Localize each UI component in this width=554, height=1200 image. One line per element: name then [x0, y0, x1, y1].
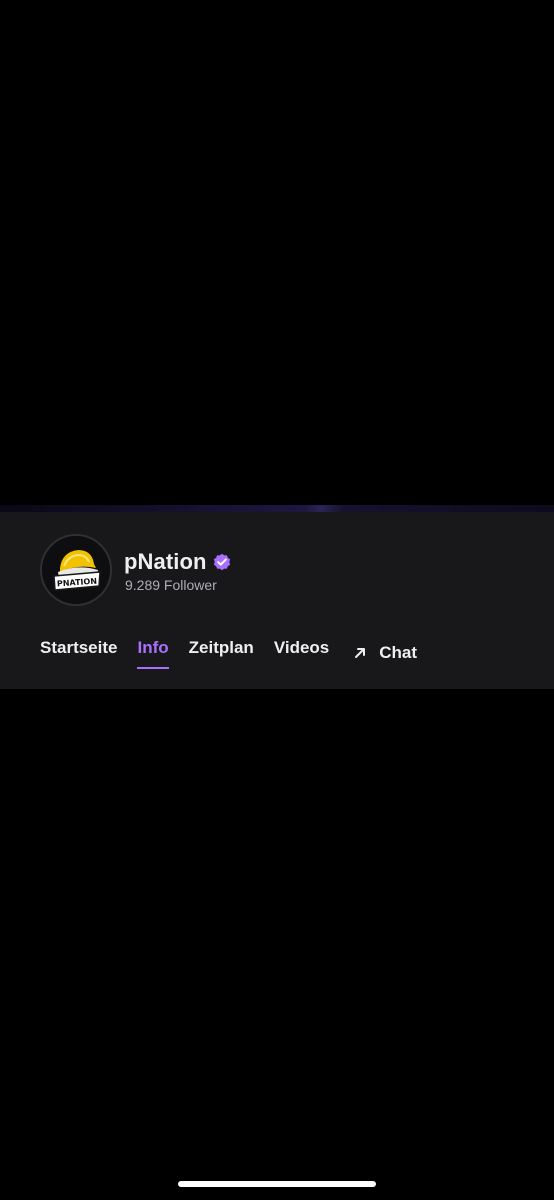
tab-videos[interactable]: Videos — [274, 636, 329, 670]
tab-info[interactable]: Info — [137, 636, 169, 670]
verified-badge-icon — [213, 553, 230, 571]
arrow-up-right-icon — [355, 648, 366, 658]
app-screen: PNATION pNation 9.289 Follower Startseit… — [0, 0, 554, 1200]
pnation-logo-icon: PNATION — [42, 536, 110, 604]
tab-startseite[interactable]: Startseite — [40, 636, 117, 670]
follower-count: 9.289 Follower — [125, 577, 217, 593]
home-indicator[interactable] — [178, 1181, 376, 1187]
channel-avatar[interactable]: PNATION — [40, 534, 112, 606]
video-player[interactable] — [0, 0, 554, 511]
channel-name[interactable]: pNation — [124, 549, 207, 575]
tab-chat-label: Chat — [379, 643, 418, 662]
channel-header: PNATION pNation 9.289 Follower Startseit… — [0, 512, 554, 689]
channel-banner-edge — [0, 505, 554, 512]
tab-chat[interactable]: Chat — [353, 636, 417, 670]
tab-zeitplan[interactable]: Zeitplan — [189, 636, 254, 670]
channel-tabs: Startseite Info Zeitplan Videos Chat — [40, 636, 437, 670]
channel-name-row: pNation — [124, 548, 231, 576]
